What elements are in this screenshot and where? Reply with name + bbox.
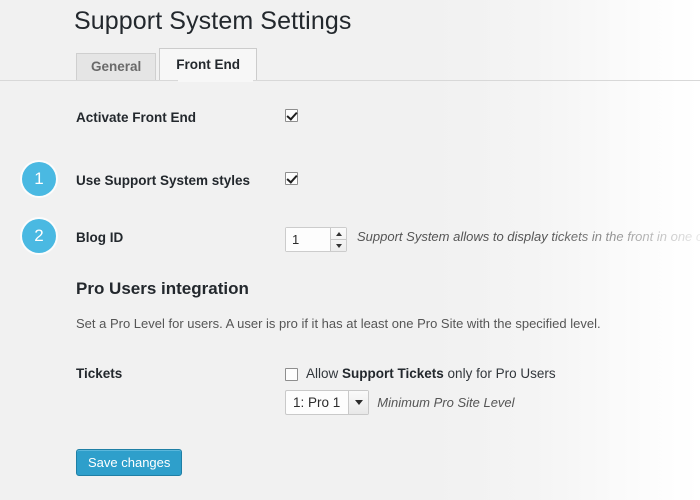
chevron-down-icon[interactable] [348, 391, 369, 414]
pro-site-level-value: 1: Pro 1 [293, 395, 341, 410]
tab-front-end[interactable]: Front End [159, 48, 258, 80]
activate-front-end-label: Activate Front End [76, 110, 197, 125]
pro-users-heading: Pro Users integration [76, 279, 249, 298]
use-support-system-styles-field [285, 170, 298, 188]
activate-front-end-checkbox[interactable] [285, 109, 298, 123]
stepper-up-icon[interactable] [331, 228, 346, 239]
blog-id-field: 1 [285, 227, 347, 252]
blog-id-description: Support System allows to display tickets… [357, 229, 700, 244]
blog-id-stepper-arrows [330, 228, 346, 251]
pro-site-level-row: 1: Pro 1 Minimum Pro Site Level [285, 390, 515, 415]
blog-id-description-wrapper: Support System allows to display tickets… [357, 226, 700, 248]
allow-text-after: only for Pro Users [443, 366, 556, 381]
page-title: Support System Settings [74, 7, 352, 35]
blog-id-input[interactable]: 1 [286, 228, 330, 251]
tabs-divider [0, 80, 700, 81]
blog-id-stepper[interactable]: 1 [285, 227, 347, 252]
allow-text-before: Allow [306, 366, 343, 381]
allow-support-tickets-checkbox[interactable] [285, 367, 298, 381]
use-support-system-styles-label: Use Support System styles [76, 173, 251, 188]
settings-tabs: General Front End [76, 45, 258, 80]
pro-site-level-description: Minimum Pro Site Level [377, 394, 515, 410]
tab-general[interactable]: General [76, 53, 157, 80]
tickets-label: Tickets [76, 366, 123, 381]
pro-users-description: Set a Pro Level for users. A user is pro… [76, 316, 601, 331]
blog-id-label: Blog ID [76, 230, 124, 245]
tickets-checkbox-line: Allow Support Tickets only for Pro Users [285, 364, 556, 384]
stepper-down-icon[interactable] [331, 239, 346, 251]
row-use-support-system-styles: Use Support System styles [0, 170, 700, 196]
activate-front-end-field [285, 107, 298, 125]
save-changes-button[interactable]: Save changes [76, 449, 183, 476]
row-activate-front-end: Activate Front End [0, 107, 700, 133]
use-support-system-styles-checkbox[interactable] [285, 172, 298, 186]
allow-text-bold: Support Tickets [342, 366, 444, 381]
pro-site-level-select[interactable]: 1: Pro 1 [285, 390, 370, 415]
